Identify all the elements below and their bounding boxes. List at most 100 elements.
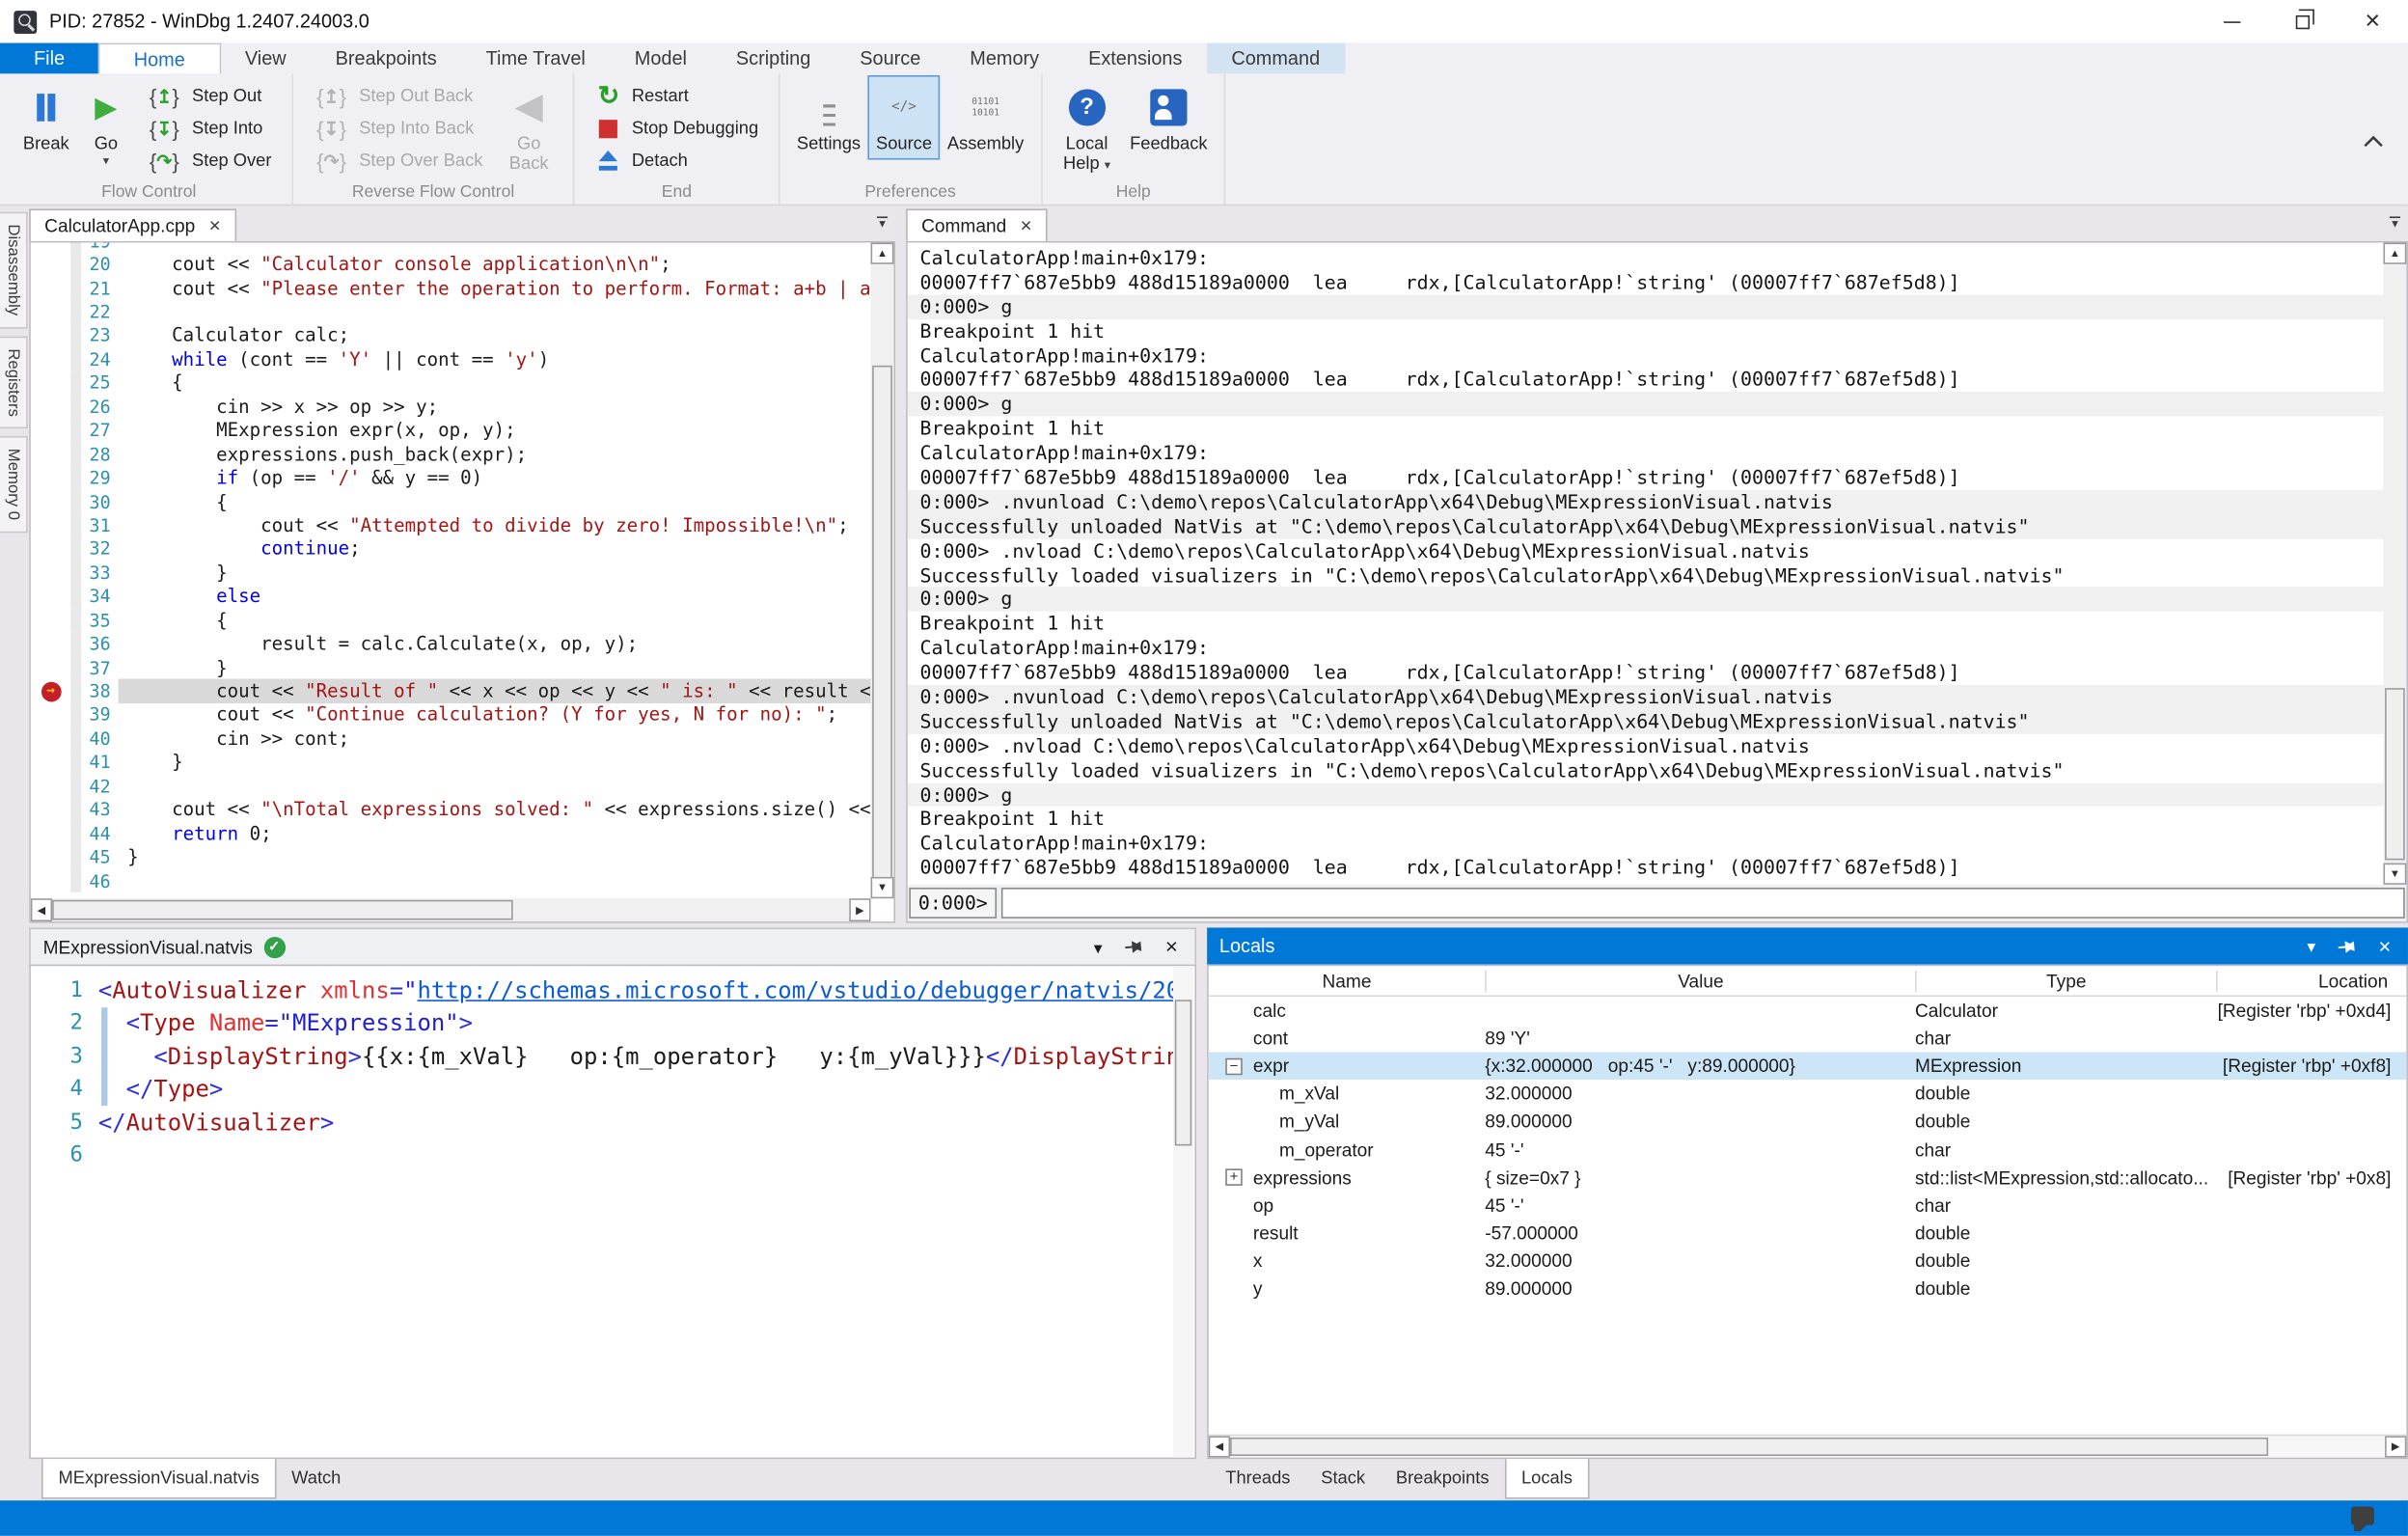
ribbon-button-stop-debugging[interactable]: Stop Debugging xyxy=(586,112,768,144)
scroll-down-icon[interactable]: ▼ xyxy=(2383,864,2406,885)
ribbon-button-assembly[interactable]: Assembly xyxy=(942,77,1030,159)
column-header-value[interactable]: Value xyxy=(1485,970,1915,991)
column-header-name[interactable]: Name xyxy=(1209,970,1486,991)
pane-menu-icon[interactable] xyxy=(2390,216,2400,230)
breakpoint-margin[interactable] xyxy=(31,419,70,443)
feedback-bubble-icon[interactable] xyxy=(2351,1507,2374,1525)
breakpoint-margin[interactable] xyxy=(31,537,70,562)
ribbon-button-step-out[interactable]: ↥Step Out xyxy=(137,80,281,112)
side-tab-memory-0[interactable]: Memory 0 xyxy=(0,436,28,533)
locals-row-y[interactable]: y89.000000double xyxy=(1209,1275,2407,1303)
locals-row-expr[interactable]: −expr{x:32.000000 op:45 '-' y:89.000000}… xyxy=(1209,1053,2407,1081)
column-header-location[interactable]: Location xyxy=(2216,970,2406,991)
breakpoint-margin[interactable] xyxy=(31,632,70,656)
breakpoint-margin[interactable] xyxy=(31,679,70,703)
menu-tab-time-travel[interactable]: Time Travel xyxy=(461,43,610,74)
ribbon-button-step-into-back[interactable]: ↧Step Into Back xyxy=(304,112,492,144)
locals-row-m-xval[interactable]: m_xVal32.000000double xyxy=(1209,1080,2407,1108)
breakpoint-margin[interactable] xyxy=(31,608,70,632)
breakpoint-margin[interactable] xyxy=(31,703,70,727)
scrollbar-thumb[interactable] xyxy=(872,366,892,880)
menu-tab-home[interactable]: Home xyxy=(98,43,220,74)
breakpoint-margin[interactable] xyxy=(31,822,70,846)
breakpoint-margin[interactable] xyxy=(31,442,70,466)
breakpoint-margin[interactable] xyxy=(31,845,70,869)
menu-tab-file[interactable]: File xyxy=(0,43,98,74)
locals-row-expressions[interactable]: +expressions{ size=0x7 }std::list<MExpre… xyxy=(1209,1164,2407,1192)
menu-tab-breakpoints[interactable]: Breakpoints xyxy=(311,43,461,74)
breakpoint-margin[interactable] xyxy=(31,243,70,253)
locals-row-op[interactable]: op45 '-'char xyxy=(1209,1192,2407,1220)
breakpoint-margin[interactable] xyxy=(31,751,70,775)
tab-calculatorapp-cpp[interactable]: CalculatorApp.cpp xyxy=(29,208,235,240)
bottom-tab-breakpoints[interactable]: Breakpoints xyxy=(1381,1459,1505,1498)
pane-dropdown-icon[interactable] xyxy=(2307,935,2315,956)
menu-tab-scripting[interactable]: Scripting xyxy=(711,43,835,74)
command-vertical-scrollbar[interactable]: ▲ ▼ xyxy=(2383,243,2406,885)
close-button[interactable] xyxy=(2338,0,2408,43)
ribbon-button-break[interactable]: Break xyxy=(17,77,76,159)
breakpoint-margin[interactable] xyxy=(31,774,70,798)
pin-icon[interactable] xyxy=(2335,934,2359,958)
menu-tab-memory[interactable]: Memory xyxy=(945,43,1064,74)
breakpoint-margin[interactable] xyxy=(31,655,70,679)
close-icon[interactable] xyxy=(209,215,221,236)
expand-icon[interactable]: + xyxy=(1225,1169,1243,1187)
ribbon-collapse-icon[interactable] xyxy=(2364,135,2384,148)
menu-tab-model[interactable]: Model xyxy=(610,43,711,74)
locals-row-x[interactable]: x32.000000double xyxy=(1209,1247,2407,1275)
side-tab-registers[interactable]: Registers xyxy=(0,336,28,428)
ribbon-button-step-over-back[interactable]: ↷Step Over Back xyxy=(304,145,492,177)
scrollbar-thumb[interactable] xyxy=(1230,1438,2268,1456)
breakpoint-margin[interactable] xyxy=(31,513,70,537)
close-icon[interactable] xyxy=(1021,215,1032,236)
source-vertical-scrollbar[interactable]: ▲ ▼ xyxy=(871,243,894,899)
scroll-right-icon[interactable]: ▶ xyxy=(2385,1436,2406,1457)
scroll-left-icon[interactable]: ◀ xyxy=(31,898,52,921)
ribbon-button-feedback[interactable]: Feedback xyxy=(1124,77,1214,159)
restore-button[interactable] xyxy=(2266,0,2337,43)
close-icon[interactable] xyxy=(2378,935,2391,958)
breakpoint-margin[interactable] xyxy=(31,561,70,585)
ribbon-button-step-over[interactable]: ↷Step Over xyxy=(137,145,281,177)
scroll-right-icon[interactable]: ▶ xyxy=(849,898,870,921)
ribbon-button-detach[interactable]: Detach xyxy=(586,145,768,177)
locals-row-calc[interactable]: calcCalculator[Register 'rbp' +0xd4] xyxy=(1209,997,2407,1025)
menu-tab-extensions[interactable]: Extensions xyxy=(1064,43,1207,74)
bottom-tab-locals[interactable]: Locals xyxy=(1504,1459,1589,1498)
menu-tab-command[interactable]: Command xyxy=(1207,43,1345,74)
breakpoint-margin[interactable] xyxy=(31,371,70,396)
breakpoint-margin[interactable] xyxy=(31,323,70,347)
bottom-tab-stack[interactable]: Stack xyxy=(1305,1459,1381,1498)
locals-horizontal-scrollbar[interactable]: ◀ ▶ xyxy=(1209,1435,2407,1458)
scroll-left-icon[interactable]: ◀ xyxy=(1209,1436,1230,1457)
bottom-tab-mexpressionvisual-natvis[interactable]: MExpressionVisual.natvis xyxy=(41,1459,276,1498)
ribbon-button-go[interactable]: Go▾ xyxy=(78,77,133,171)
breakpoint-margin[interactable] xyxy=(31,585,70,609)
breakpoint-margin[interactable] xyxy=(31,347,70,371)
pane-menu-icon[interactable] xyxy=(877,216,888,230)
bottom-tab-threads[interactable]: Threads xyxy=(1210,1459,1305,1498)
locals-row-cont[interactable]: cont89 'Y'char xyxy=(1209,1025,2407,1053)
scrollbar-thumb[interactable] xyxy=(2385,688,2405,860)
breakpoint-margin[interactable] xyxy=(31,727,70,751)
minimize-button[interactable] xyxy=(2196,0,2266,43)
breakpoint-margin[interactable] xyxy=(31,253,70,277)
scroll-up-icon[interactable]: ▲ xyxy=(2383,243,2406,264)
collapse-icon[interactable]: − xyxy=(1225,1057,1243,1075)
locals-row-m-yval[interactable]: m_yVal89.000000double xyxy=(1209,1108,2407,1136)
locals-row-result[interactable]: result-57.000000double xyxy=(1209,1219,2407,1247)
natvis-code-area[interactable]: 1<AutoVisualizer xmlns="http://schemas.m… xyxy=(31,974,1173,1414)
column-header-type[interactable]: Type xyxy=(1915,970,2216,991)
breakpoint-margin[interactable] xyxy=(31,395,70,419)
breakpoint-margin[interactable] xyxy=(31,798,70,822)
source-horizontal-scrollbar[interactable]: ◀ ▶ xyxy=(31,898,871,921)
breakpoint-margin[interactable] xyxy=(31,276,70,300)
scroll-up-icon[interactable]: ▲ xyxy=(871,243,894,264)
breakpoint-margin[interactable] xyxy=(31,300,70,324)
menu-tab-source[interactable]: Source xyxy=(835,43,945,74)
command-output[interactable]: CalculatorApp!main+0x179:00007ff7`687e5b… xyxy=(908,246,2384,885)
tab-command[interactable]: Command xyxy=(906,208,1047,240)
locals-row-m-operator[interactable]: m_operator45 '-'char xyxy=(1209,1136,2407,1164)
breakpoint-margin[interactable] xyxy=(31,466,70,490)
